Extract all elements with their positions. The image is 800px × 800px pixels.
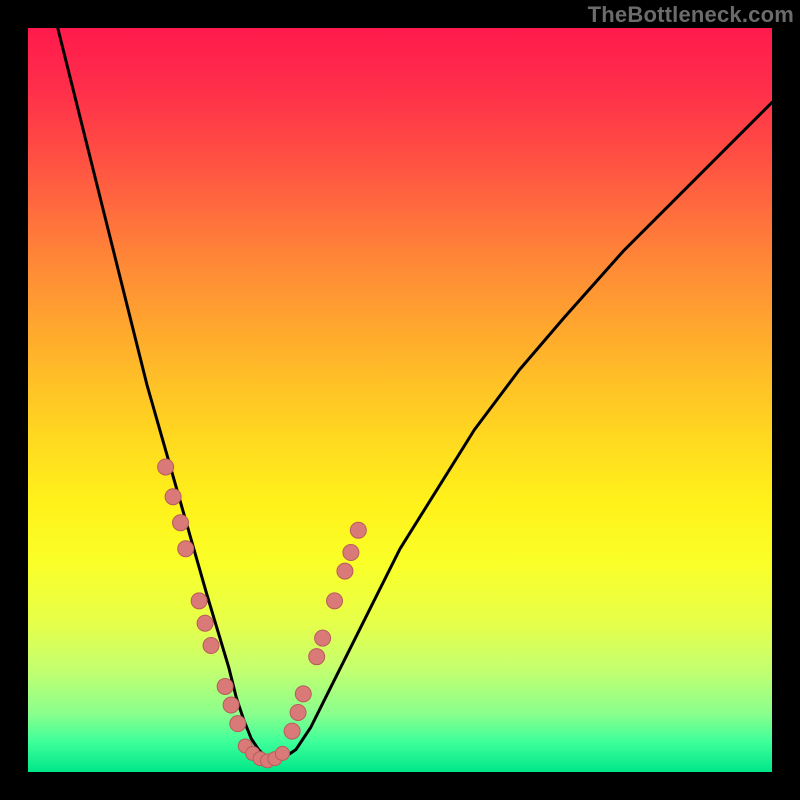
chart-gradient-area [28, 28, 772, 772]
chart-frame: TheBottleneck.com [0, 0, 800, 800]
watermark-text: TheBottleneck.com [588, 2, 794, 28]
